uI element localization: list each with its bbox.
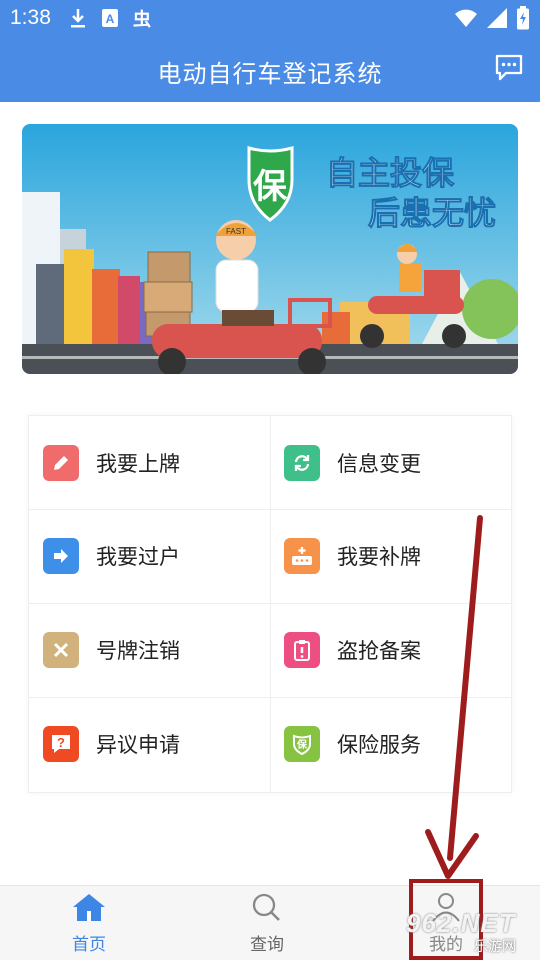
nav-query[interactable]: 查询 [217, 892, 317, 955]
question-icon: ? [43, 726, 79, 762]
font-icon: A [100, 6, 120, 30]
nav-home-label: 首页 [72, 935, 106, 955]
app-bar: 电动自行车登记系统 [0, 38, 540, 102]
arrow-right-icon [43, 538, 79, 574]
battery-icon [516, 6, 530, 34]
menu-item-info-change[interactable]: 信息变更 [270, 416, 512, 510]
menu-label: 盗抢备案 [337, 639, 421, 663]
status-bar: 1:38 A 虫 [0, 0, 540, 38]
nav-home[interactable]: 首页 [39, 892, 139, 955]
watermark-site: 乐游网 [474, 939, 516, 955]
helmet-text: FAST [226, 227, 246, 236]
search-icon [252, 893, 280, 921]
home-icon [73, 894, 105, 921]
menu-item-insurance[interactable]: 保 保险服务 [270, 697, 512, 791]
message-icon[interactable] [494, 52, 524, 82]
plate-add-icon [284, 538, 320, 574]
pencil-icon [43, 445, 79, 481]
service-menu: 我要上牌 信息变更 我要过户 我要补牌 号牌注销 盗抢备案 ? 异议申请 保 保… [28, 415, 512, 793]
slogan-line1: 自主投保 [326, 154, 455, 192]
menu-label: 我要补牌 [337, 545, 421, 569]
menu-item-cancel-plate[interactable]: 号牌注销 [29, 603, 271, 697]
watermark-number: 962.NET [406, 908, 516, 938]
close-icon [43, 632, 79, 668]
menu-label: 我要上牌 [96, 452, 180, 476]
svg-text:保: 保 [296, 738, 308, 751]
refresh-icon [284, 445, 320, 481]
menu-label: 信息变更 [337, 452, 421, 476]
svg-text:?: ? [57, 735, 65, 750]
slogan-line2: 后患无忧 [368, 194, 496, 232]
svg-text:虫: 虫 [133, 8, 151, 30]
download-icon [68, 6, 88, 30]
menu-label: 我要过户 [96, 545, 180, 569]
status-time: 1:38 [10, 6, 51, 29]
menu-item-objection[interactable]: ? 异议申请 [29, 697, 271, 791]
bug-icon: 虫 [132, 6, 152, 30]
menu-item-replace-plate[interactable]: 我要补牌 [270, 509, 512, 603]
badge-char: 保 [253, 167, 288, 207]
menu-label: 异议申请 [96, 733, 180, 757]
signal-icon [486, 7, 508, 33]
menu-label: 保险服务 [337, 733, 421, 757]
menu-item-register-plate[interactable]: 我要上牌 [29, 416, 271, 510]
shield-icon: 保 [284, 726, 320, 762]
app-title: 电动自行车登记系统 [157, 60, 383, 88]
watermark-logo: 962.NET 乐游网 [400, 906, 540, 960]
menu-item-theft-report[interactable]: 盗抢备案 [270, 603, 512, 697]
menu-item-transfer[interactable]: 我要过户 [29, 509, 271, 603]
nav-query-label: 查询 [250, 935, 284, 955]
wifi-icon [454, 7, 478, 33]
alert-clipboard-icon [284, 632, 320, 668]
menu-label: 号牌注销 [96, 639, 180, 663]
promo-banner[interactable]: 保 自主投保 后患无忧 FAST [22, 124, 518, 374]
svg-text:A: A [106, 12, 115, 26]
